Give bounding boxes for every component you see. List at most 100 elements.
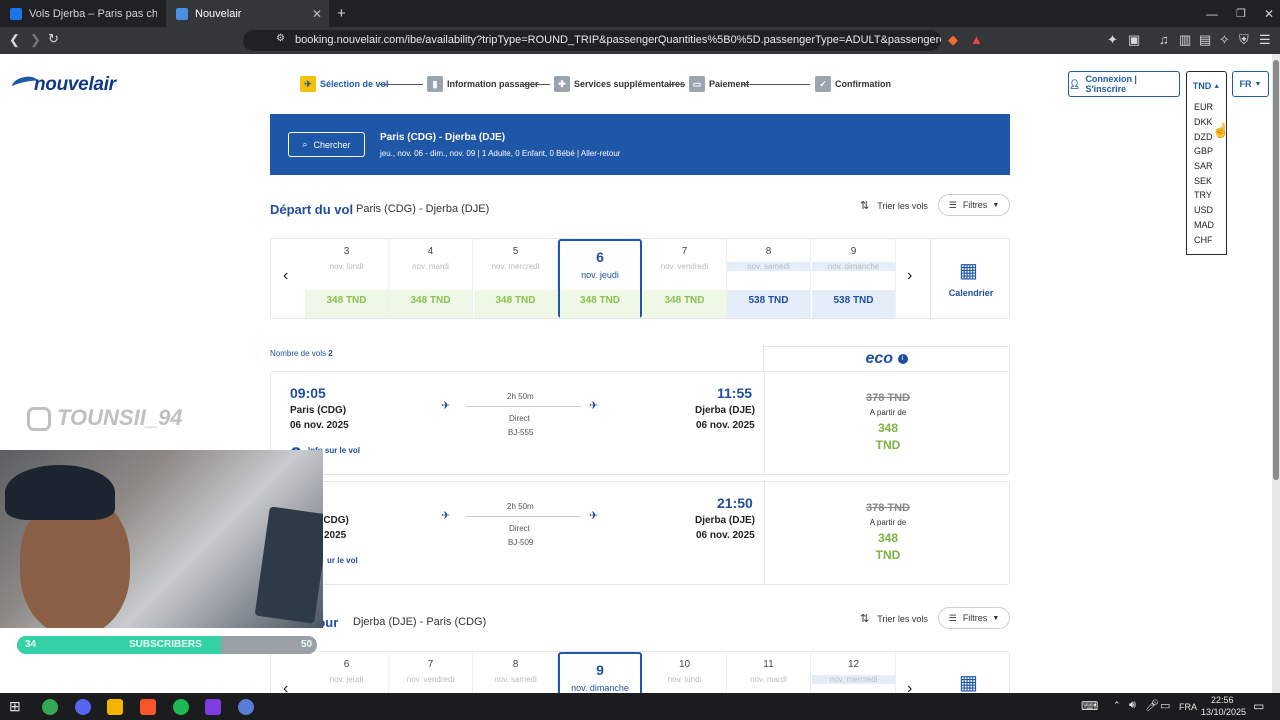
minimize-icon[interactable]: — — [1196, 0, 1218, 27]
date-option[interactable]: 6 nov. jeudi — [305, 652, 389, 693]
date-day: 4 — [427, 246, 434, 257]
date-option[interactable]: 8 nov. samedi — [474, 652, 558, 693]
date-option[interactable]: 9 nov. dimanche 538 TND — [812, 239, 896, 318]
currency-option[interactable]: DKK — [1194, 117, 1213, 127]
date-option[interactable]: 8 nov. samedi 538 TND — [727, 239, 811, 318]
date-price: 538 TND — [812, 290, 895, 318]
back-icon[interactable]: ❮ — [9, 32, 20, 48]
date-option[interactable]: 11 nov. mardi — [727, 652, 811, 693]
date-option[interactable]: 12 nov. mercredi — [812, 652, 896, 693]
calendar-button[interactable]: ▦ Calendrier — [930, 239, 1010, 318]
spotify-icon[interactable] — [173, 699, 189, 715]
keyboard-icon[interactable]: ⌨ — [1081, 699, 1098, 713]
prev-dates-icon[interactable]: ‹ — [283, 680, 288, 693]
currency-option[interactable]: GBP — [1194, 146, 1213, 156]
reload-icon[interactable]: ↻ — [48, 31, 59, 47]
next-dates-icon[interactable]: › — [907, 267, 912, 285]
vpn-icon[interactable]: ⛨ — [1239, 32, 1249, 48]
tab-nouvelair[interactable]: Nouvelair ✕ — [166, 0, 329, 27]
close-tab-icon[interactable]: ✕ — [312, 7, 322, 21]
network-icon[interactable]: ▭ — [1160, 699, 1170, 712]
currency-option[interactable]: MAD — [1194, 220, 1214, 230]
date-weekday: nov. lundi — [329, 262, 364, 271]
currency-option[interactable]: DZD — [1194, 132, 1213, 142]
filters-button[interactable]: ☰ Filtres ▼ — [938, 194, 1010, 216]
flight-count-label: Nombre de vols — [270, 349, 327, 358]
currency-option[interactable]: USD — [1194, 205, 1213, 215]
currency-option[interactable]: EUR — [1194, 102, 1213, 112]
flight-card[interactable]: (CDG) 2025 ✈ ✈ 2h 50m Direct BJ-509 21:5… — [270, 481, 1010, 585]
brave-icon[interactable] — [140, 699, 156, 715]
maximize-icon[interactable]: ❐ — [1226, 0, 1246, 27]
extensions-icon[interactable]: ✦ — [1107, 32, 1118, 48]
new-tab-icon[interactable]: + — [333, 0, 353, 27]
language-select[interactable]: FR ▼ — [1232, 71, 1269, 97]
discord-icon[interactable] — [75, 699, 91, 715]
next-dates-icon[interactable]: › — [907, 680, 912, 693]
date-option[interactable]: 7 nov. vendredi — [389, 652, 473, 693]
flight-info-link[interactable]: ur le vol — [327, 556, 358, 565]
eco-fare-option[interactable]: 378 TND A partir de 348 TND — [764, 371, 1011, 475]
sort-flights-button[interactable]: ⇅ Trier les vols — [860, 612, 928, 625]
clock-time[interactable]: 22:56 — [1211, 695, 1234, 705]
flight-card[interactable]: 09:05 Paris (CDG) 06 nov. 2025 ✈ ✈ 2h 50… — [270, 371, 1010, 475]
currency-option[interactable]: SAR — [1194, 161, 1213, 171]
takeoff-icon: ✈ — [441, 510, 451, 522]
step-extra-services: ✚ Services supplémentaires — [554, 76, 685, 92]
input-language[interactable]: FRA — [1179, 702, 1197, 712]
date-option-selected[interactable]: 6 nov. jeudi 348 TND — [558, 239, 642, 318]
windows-taskbar: ⊞ ⌨ ⌃ 🔊︎ 🎤︎ ▭ FRA 22:56 13/10/2025 ▭ — [0, 693, 1280, 720]
media-icon[interactable]: ♫ — [1159, 32, 1169, 47]
clock-date[interactable]: 13/10/2025 — [1201, 707, 1246, 717]
info-icon[interactable]: i — [897, 353, 908, 364]
microphone-icon[interactable]: 🎤︎ — [1145, 699, 1159, 712]
tray-expand-icon[interactable]: ⌃ — [1113, 700, 1121, 711]
brave-shield-icon[interactable]: ◆ — [948, 32, 958, 48]
date-option-selected[interactable]: 9 nov. dimanche — [558, 652, 642, 693]
address-bar[interactable]: booking.nouvelair.com/ibe/availability?t… — [243, 30, 941, 51]
tab-skyscanner[interactable]: Vols Djerba – Paris pas chers sur Skys — [0, 0, 165, 27]
chrome-icon[interactable] — [42, 699, 58, 715]
currency-option[interactable]: TRY — [1194, 190, 1212, 200]
departure-date: 2025 — [324, 530, 347, 541]
file-explorer-icon[interactable] — [107, 699, 123, 715]
wallet-icon[interactable]: ▤ — [1199, 32, 1211, 48]
sort-flights-button[interactable]: ⇅ Trier les vols — [860, 199, 928, 212]
brave-rewards-icon[interactable]: ▲ — [970, 32, 983, 47]
currency-select[interactable]: TND ▲ — [1186, 71, 1227, 100]
currency-option[interactable]: CHF — [1194, 235, 1213, 245]
eco-fare-option[interactable]: 378 TND A partir de 348 TND — [764, 481, 1011, 585]
currency-value: TND — [1192, 81, 1212, 91]
prev-dates-icon[interactable]: ‹ — [283, 267, 288, 285]
screenshot-icon[interactable]: ▣ — [1128, 32, 1140, 48]
volume-icon[interactable]: 🔊︎ — [1129, 699, 1136, 712]
currency-option[interactable]: SEK — [1194, 176, 1212, 186]
nouvelair-logo[interactable]: nouvelair — [10, 74, 127, 96]
search-button[interactable]: ⌕ Chercher — [288, 132, 365, 157]
date-price: 348 TND — [643, 290, 726, 318]
date-option[interactable]: 7 nov. vendredi 348 TND — [643, 239, 727, 318]
twitch-icon[interactable] — [205, 699, 221, 715]
date-option[interactable]: 5 nov. mercredi 348 TND — [474, 239, 558, 318]
nouvelair-favicon-icon — [176, 7, 188, 20]
obs-icon[interactable] — [238, 699, 254, 715]
site-settings-icon[interactable]: ⚙ — [276, 33, 285, 44]
date-price: 348 TND — [560, 290, 640, 318]
sidebar-icon[interactable]: ▥ — [1179, 32, 1191, 48]
menu-icon[interactable]: ☰ — [1259, 32, 1271, 48]
close-window-icon[interactable]: ✕ — [1254, 0, 1274, 27]
filters-button[interactable]: ☰ Filtres ▼ — [938, 607, 1010, 629]
leo-ai-icon[interactable]: ✧ — [1219, 32, 1230, 48]
services-icon: ✚ — [554, 76, 570, 92]
step-confirmation: ✓ Confirmation — [815, 76, 891, 92]
chevron-down-icon: ▼ — [992, 614, 1000, 622]
calendar-icon[interactable]: ▦ — [959, 670, 978, 693]
date-option[interactable]: 10 nov. lundi — [643, 652, 727, 693]
forward-icon[interactable]: ❯ — [30, 32, 41, 48]
date-option[interactable]: 4 nov. mardi 348 TND — [389, 239, 473, 318]
login-button[interactable]: 👤︎ Connexion | S'inscrire — [1068, 71, 1180, 97]
scrollbar-thumb[interactable] — [1273, 60, 1279, 480]
windows-start-icon[interactable]: ⊞ — [9, 698, 21, 715]
date-option[interactable]: 3 nov. lundi 348 TND — [305, 239, 389, 318]
notifications-icon[interactable]: ▭ — [1253, 699, 1264, 713]
